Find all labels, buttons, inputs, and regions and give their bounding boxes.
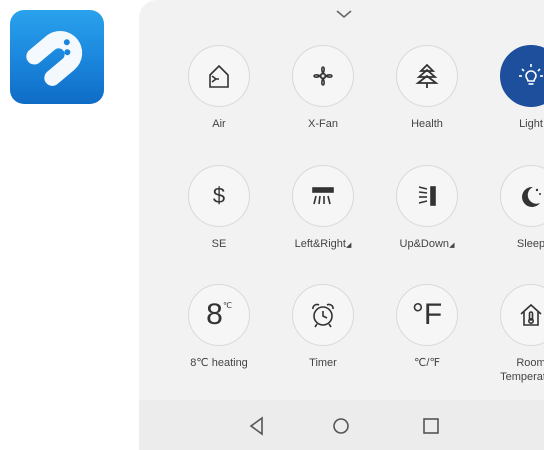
updown-label: Up&Down◢ — [399, 238, 455, 250]
remote-control-panel: Air X-Fan Health Light $ SE Left&Right◢ … — [139, 0, 544, 450]
heating8-label: 8℃ heating — [190, 357, 248, 369]
back-icon[interactable] — [245, 414, 269, 438]
updown-button[interactable]: Up&Down◢ — [377, 165, 477, 253]
leftright-label: Left&Right◢ — [294, 238, 352, 250]
remote-app-icon[interactable] — [10, 10, 104, 104]
unit-label: ℃/℉ — [414, 357, 440, 369]
dollar-icon: $ — [188, 165, 250, 227]
system-nav-bar — [139, 400, 544, 450]
tree-icon — [396, 45, 458, 107]
roomtemp-label: Room Temperature — [500, 357, 544, 383]
heating8-button[interactable]: 8 ℃ 8℃ heating — [169, 284, 269, 370]
se-button[interactable]: $ SE — [169, 165, 269, 251]
sleep-label: Sleep — [516, 238, 544, 250]
unit-button[interactable]: °F ℃/℉ — [377, 284, 477, 370]
xfan-button[interactable]: X-Fan — [273, 45, 373, 131]
light-label: Light — [519, 118, 543, 130]
fahrenheit-icon: °F — [396, 284, 458, 346]
swing-horizontal-icon — [292, 165, 354, 227]
home-icon[interactable] — [329, 414, 353, 438]
swing-vertical-icon — [396, 165, 458, 227]
house-fan-icon — [188, 45, 250, 107]
alarm-clock-icon — [292, 284, 354, 346]
health-button[interactable]: Health — [377, 45, 477, 131]
fan-icon — [292, 45, 354, 107]
function-grid: Air X-Fan Health Light $ SE Left&Right◢ … — [139, 0, 544, 400]
light-button[interactable]: Light — [481, 45, 544, 131]
air-label: Air — [212, 118, 226, 130]
timer-label: Timer — [309, 357, 337, 369]
air-button[interactable]: Air — [169, 45, 269, 131]
roomtemp-button[interactable]: Room Temperature — [481, 284, 544, 384]
se-label: SE — [211, 238, 227, 250]
bulb-icon — [500, 45, 544, 107]
health-label: Health — [411, 118, 443, 130]
leftright-button[interactable]: Left&Right◢ — [273, 165, 373, 253]
moon-icon — [500, 165, 544, 227]
timer-button[interactable]: Timer — [273, 284, 373, 370]
heating-8c-icon: 8 ℃ — [188, 284, 250, 346]
xfan-label: X-Fan — [308, 118, 338, 130]
sleep-button[interactable]: Sleep — [481, 165, 544, 251]
recents-icon[interactable] — [419, 414, 443, 438]
house-thermometer-icon — [500, 284, 544, 346]
